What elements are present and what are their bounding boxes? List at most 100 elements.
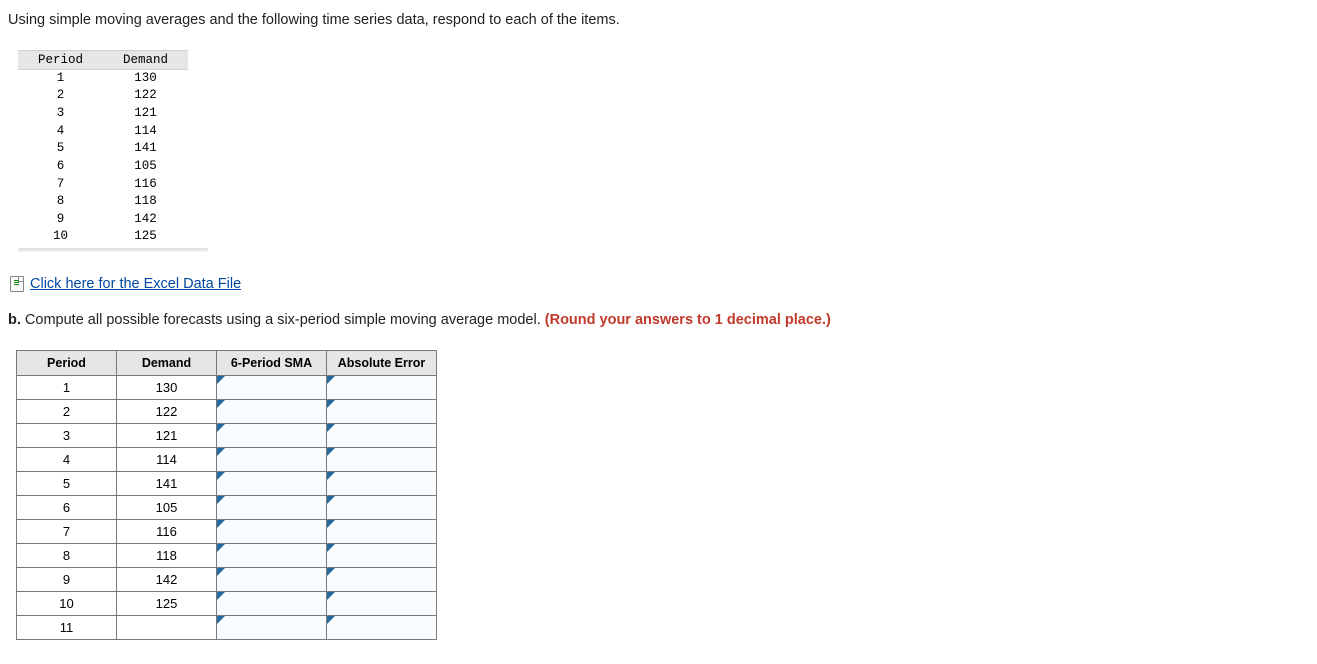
answer-cell-period: 11 <box>17 615 117 639</box>
absolute-error-input[interactable] <box>327 520 436 543</box>
answer-cell-demand <box>117 615 217 639</box>
question-label: b. <box>8 312 21 328</box>
answer-cell-demand: 142 <box>117 567 217 591</box>
absolute-error-cell <box>327 519 437 543</box>
sma-input[interactable] <box>217 496 326 519</box>
excel-link-row: Click here for the Excel Data File <box>10 276 1309 292</box>
data-cell-demand: 118 <box>103 193 188 211</box>
input-marker-icon <box>327 568 335 576</box>
answer-row: 6105 <box>17 495 437 519</box>
answer-row: 8118 <box>17 543 437 567</box>
data-row: 2122 <box>18 87 188 105</box>
sma-cell <box>217 471 327 495</box>
sma-input[interactable] <box>217 592 326 615</box>
answer-cell-period: 9 <box>17 567 117 591</box>
input-marker-icon <box>217 400 225 408</box>
answer-cell-demand: 121 <box>117 423 217 447</box>
absolute-error-input[interactable] <box>327 424 436 447</box>
sma-cell <box>217 423 327 447</box>
absolute-error-input[interactable] <box>327 592 436 615</box>
answer-row: 4114 <box>17 447 437 471</box>
absolute-error-input[interactable] <box>327 496 436 519</box>
sma-input[interactable] <box>217 544 326 567</box>
absolute-error-cell <box>327 543 437 567</box>
input-marker-icon <box>217 568 225 576</box>
input-marker-icon <box>217 496 225 504</box>
excel-data-link[interactable]: Click here for the Excel Data File <box>30 276 241 292</box>
absolute-error-cell <box>327 375 437 399</box>
sma-input[interactable] <box>217 568 326 591</box>
input-marker-icon <box>217 424 225 432</box>
answer-cell-demand: 141 <box>117 471 217 495</box>
sma-input[interactable] <box>217 424 326 447</box>
sma-cell <box>217 567 327 591</box>
answer-cell-period: 3 <box>17 423 117 447</box>
absolute-error-cell <box>327 471 437 495</box>
absolute-error-input[interactable] <box>327 472 436 495</box>
data-row: 3121 <box>18 105 188 123</box>
data-cell-period: 4 <box>18 123 103 141</box>
answer-cell-period: 5 <box>17 471 117 495</box>
input-marker-icon <box>327 376 335 384</box>
data-cell-demand: 125 <box>103 228 188 246</box>
answer-cell-period: 7 <box>17 519 117 543</box>
answer-cell-demand: 122 <box>117 399 217 423</box>
input-marker-icon <box>327 592 335 600</box>
sma-input[interactable] <box>217 400 326 423</box>
answer-row: 5141 <box>17 471 437 495</box>
sma-input[interactable] <box>217 616 326 639</box>
input-marker-icon <box>217 616 225 624</box>
answer-row: 7116 <box>17 519 437 543</box>
sma-input[interactable] <box>217 520 326 543</box>
data-cell-demand: 105 <box>103 158 188 176</box>
answer-header-sma: 6-Period SMA <box>217 350 327 375</box>
sma-input[interactable] <box>217 376 326 399</box>
input-marker-icon <box>327 544 335 552</box>
data-cell-demand: 130 <box>103 69 188 87</box>
data-row: 4114 <box>18 123 188 141</box>
data-cell-demand: 141 <box>103 140 188 158</box>
absolute-error-input[interactable] <box>327 448 436 471</box>
data-cell-period: 9 <box>18 211 103 229</box>
input-marker-icon <box>327 424 335 432</box>
input-marker-icon <box>327 400 335 408</box>
absolute-error-input[interactable] <box>327 400 436 423</box>
data-row: 10125 <box>18 228 188 246</box>
data-row: 6105 <box>18 158 188 176</box>
answer-row: 1130 <box>17 375 437 399</box>
input-marker-icon <box>327 520 335 528</box>
excel-file-icon <box>10 276 24 292</box>
sma-cell <box>217 519 327 543</box>
absolute-error-input[interactable] <box>327 568 436 591</box>
absolute-error-input[interactable] <box>327 544 436 567</box>
question-b: b. Compute all possible forecasts using … <box>8 310 1309 332</box>
data-cell-period: 3 <box>18 105 103 123</box>
data-cell-demand: 114 <box>103 123 188 141</box>
sma-input[interactable] <box>217 472 326 495</box>
sma-cell <box>217 591 327 615</box>
input-marker-icon <box>327 448 335 456</box>
absolute-error-input[interactable] <box>327 616 436 639</box>
absolute-error-cell <box>327 495 437 519</box>
data-cell-demand: 142 <box>103 211 188 229</box>
answer-cell-demand: 105 <box>117 495 217 519</box>
answer-cell-period: 6 <box>17 495 117 519</box>
data-cell-period: 5 <box>18 140 103 158</box>
input-marker-icon <box>217 544 225 552</box>
sma-cell <box>217 447 327 471</box>
table-scroll-indicator <box>18 248 208 252</box>
absolute-error-input[interactable] <box>327 376 436 399</box>
input-marker-icon <box>217 592 225 600</box>
data-cell-period: 7 <box>18 176 103 194</box>
answer-header-err: Absolute Error <box>327 350 437 375</box>
data-cell-period: 10 <box>18 228 103 246</box>
absolute-error-cell <box>327 447 437 471</box>
answer-cell-period: 1 <box>17 375 117 399</box>
answer-cell-period: 8 <box>17 543 117 567</box>
data-cell-period: 2 <box>18 87 103 105</box>
sma-cell <box>217 399 327 423</box>
answer-row: 11 <box>17 615 437 639</box>
answer-cell-demand: 114 <box>117 447 217 471</box>
intro-text: Using simple moving averages and the fol… <box>8 10 1309 32</box>
sma-input[interactable] <box>217 448 326 471</box>
